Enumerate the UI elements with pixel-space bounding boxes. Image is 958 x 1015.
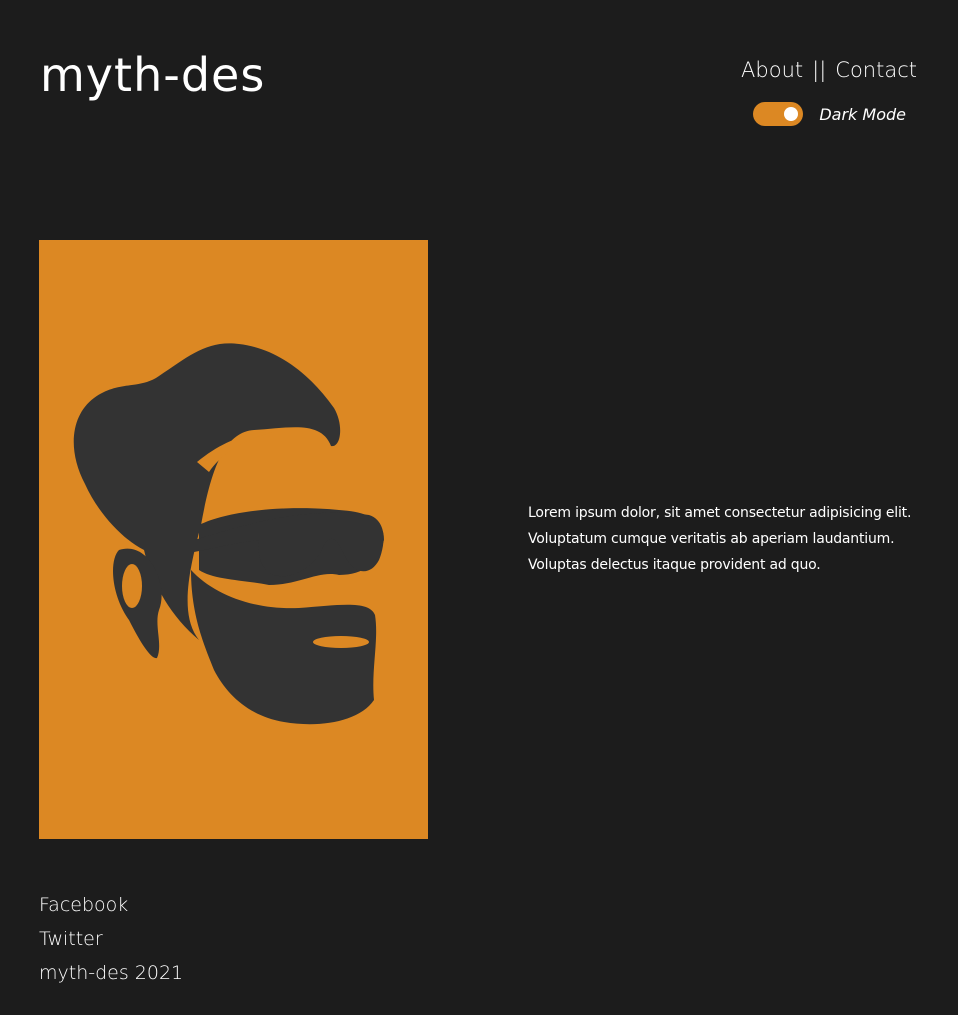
intro-paragraph: Lorem ipsum dolor, sit amet consectetur … — [528, 505, 912, 573]
ear-detail — [122, 564, 142, 608]
bearded-man-sunglasses-icon — [39, 240, 428, 839]
site-logo[interactable]: myth-des — [40, 52, 265, 98]
page: myth-des About || Contact Dark Mode Lore… — [0, 0, 958, 1015]
nav-separator: || — [812, 58, 827, 82]
footer: Facebook Twitter myth-des 2021 — [39, 888, 183, 990]
dark-mode-label: Dark Mode — [819, 104, 906, 124]
main-nav: About || Contact — [741, 60, 917, 81]
footer-link-facebook[interactable]: Facebook — [39, 888, 183, 922]
mouth — [313, 636, 369, 648]
nav-link-contact[interactable]: Contact — [835, 60, 917, 81]
dark-mode-toggle[interactable] — [753, 102, 804, 126]
theme-switcher: Dark Mode — [753, 102, 906, 126]
footer-link-twitter[interactable]: Twitter — [39, 922, 183, 956]
hero-illustration — [39, 240, 428, 839]
toggle-knob — [784, 107, 799, 121]
footer-copyright: myth-des 2021 — [39, 962, 184, 984]
nav-link-about[interactable]: About — [741, 60, 803, 81]
